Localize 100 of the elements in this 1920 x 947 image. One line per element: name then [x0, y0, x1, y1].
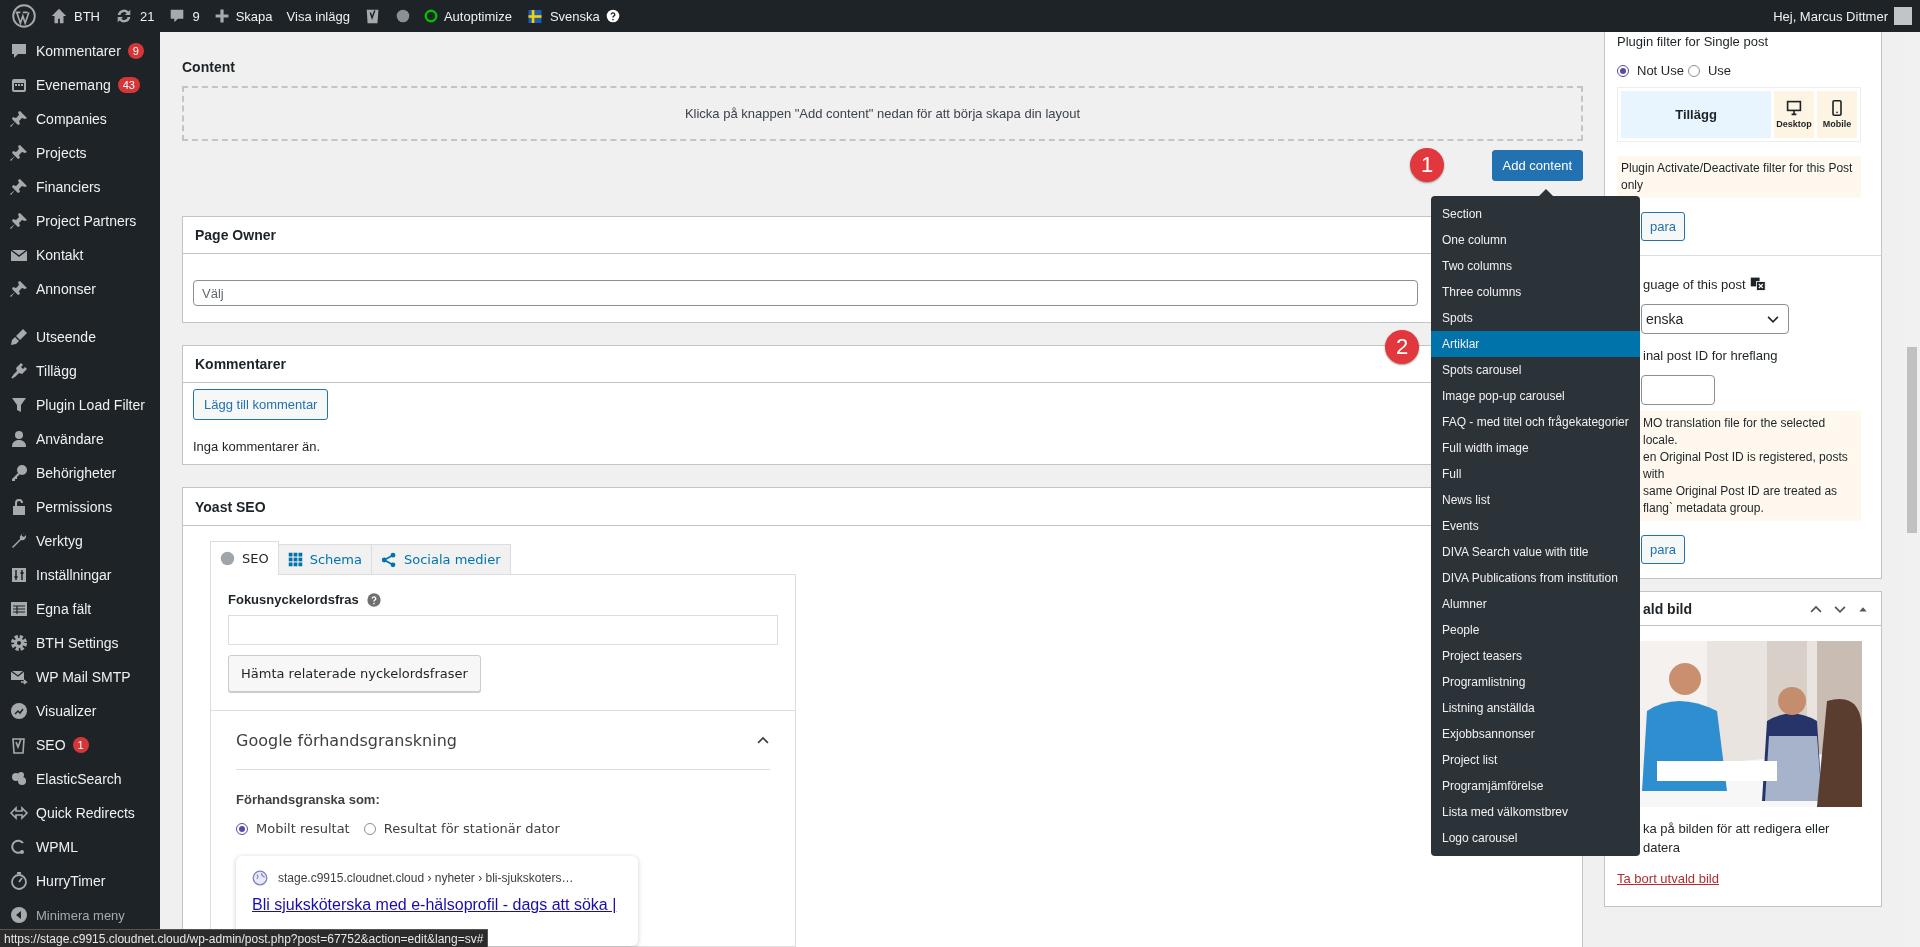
- panel-title: ald bild: [1643, 600, 1693, 617]
- owner-select[interactable]: Välj: [193, 280, 1418, 306]
- pushpin-icon: [9, 143, 29, 163]
- sidebar-item[interactable]: Visualizer: [36, 703, 97, 719]
- comments-count[interactable]: 9: [192, 8, 200, 24]
- sidebar-item[interactable]: Permissions: [36, 499, 113, 515]
- sidebar-item[interactable]: Kommentarer: [36, 43, 121, 59]
- sidebar-item[interactable]: Utseende: [36, 329, 96, 345]
- menu-item[interactable]: Lista med välkomstbrev: [1431, 799, 1640, 825]
- add-comment-button[interactable]: Lägg till kommentar: [193, 389, 329, 420]
- menu-item[interactable]: News list: [1431, 487, 1640, 513]
- sidebar-item[interactable]: WP Mail SMTP: [36, 669, 131, 685]
- sidebar-item[interactable]: HurryTimer: [36, 873, 106, 889]
- plus-icon[interactable]: [213, 8, 230, 24]
- sidebar-item[interactable]: Projects: [36, 145, 87, 161]
- result-title-link[interactable]: Bli sjuksköterska med e-hälsoprofil - dags att söka |: [252, 894, 617, 916]
- menu-item[interactable]: Full: [1431, 461, 1640, 487]
- section-title: Content: [182, 58, 236, 76]
- user-icon: [9, 429, 29, 449]
- menu-item[interactable]: Spots carousel: [1431, 357, 1640, 383]
- result-url: stage.c9915.cloudnet.cloud › nyheter › bli-sjukskoters…: [278, 871, 574, 885]
- step-marker: 1: [1410, 148, 1444, 182]
- save-button[interactable]: para: [1641, 212, 1686, 241]
- menu-item[interactable]: Events: [1431, 513, 1640, 539]
- autoptimize-link[interactable]: Autoptimize: [443, 8, 512, 24]
- menu-item[interactable]: DIVA Search value with title: [1431, 539, 1640, 565]
- empty-comments-text: Inga kommentarer än.: [193, 439, 321, 454]
- pushpin-icon: [9, 279, 29, 299]
- sidebar-item[interactable]: Evenemang: [36, 77, 111, 93]
- panel-title: Page Owner: [195, 227, 276, 243]
- scrollbar-thumb[interactable]: [1907, 347, 1917, 533]
- menu-item[interactable]: Artiklar: [1431, 331, 1640, 357]
- sidebar-item[interactable]: Financiers: [36, 179, 101, 195]
- status-ring-icon: [423, 9, 438, 23]
- add-content-button[interactable]: Add content: [1491, 150, 1583, 181]
- menu-item[interactable]: Full width image: [1431, 435, 1640, 461]
- menu-item[interactable]: Listning anställda: [1431, 695, 1640, 721]
- collapse-menu-link[interactable]: Minimera meny: [36, 907, 125, 923]
- tab[interactable]: Schema: [277, 544, 372, 574]
- sidebar-item[interactable]: Project Partners: [36, 213, 137, 229]
- sidebar-item[interactable]: Verktyg: [36, 533, 83, 549]
- tab[interactable]: Sociala medier: [371, 544, 511, 574]
- sidebar-item[interactable]: SEO: [36, 737, 66, 753]
- menu-item[interactable]: One column: [1431, 227, 1640, 253]
- greeting-link[interactable]: Hej, Marcus Dittmer: [1773, 8, 1888, 24]
- view-post-link[interactable]: Visa inlägg: [286, 8, 350, 24]
- menu-item[interactable]: Section: [1431, 201, 1640, 227]
- menu-item[interactable]: Exjobbsannonser: [1431, 721, 1640, 747]
- menu-item[interactable]: DIVA Publications from institution: [1431, 565, 1640, 591]
- menu-item[interactable]: Programjämförelse: [1431, 773, 1640, 799]
- note-line: flang` metadata group.: [1643, 500, 1765, 517]
- sidebar-item[interactable]: ElasticSearch: [36, 771, 122, 787]
- menu-item[interactable]: Alumner: [1431, 591, 1640, 617]
- field-label: Förhandsgranska som:: [236, 792, 381, 807]
- home-icon[interactable]: [50, 7, 68, 25]
- sidebar-item[interactable]: Plugin Load Filter: [36, 397, 145, 413]
- menu-item[interactable]: Two columns: [1431, 253, 1640, 279]
- updates-count[interactable]: 21: [140, 8, 155, 24]
- menu-item[interactable]: Project list: [1431, 747, 1640, 773]
- pushpin-icon: [9, 177, 29, 197]
- menu-item[interactable]: People: [1431, 617, 1640, 643]
- menu-item[interactable]: Logo carousel: [1431, 825, 1640, 851]
- sidebar-item[interactable]: Companies: [36, 111, 107, 127]
- sliders-icon: [9, 565, 29, 585]
- related-keyphrases-button[interactable]: Hämta relaterade nyckelordsfraser: [228, 655, 481, 692]
- save-button[interactable]: para: [1641, 535, 1686, 564]
- tab[interactable]: SEO: [210, 541, 279, 575]
- menu-item[interactable]: Spots: [1431, 305, 1640, 331]
- language-select[interactable]: enska: [1641, 304, 1789, 334]
- step-marker: 2: [1385, 330, 1419, 364]
- sidebar-item[interactable]: Användare: [36, 431, 104, 447]
- key-icon: [9, 463, 29, 483]
- phone-icon: [1829, 100, 1845, 116]
- sidebar-item[interactable]: Inställningar: [36, 567, 112, 583]
- wordpress-logo-icon[interactable]: [12, 4, 36, 28]
- sidebar-item[interactable]: WPML: [36, 839, 78, 855]
- help-icon[interactable]: [605, 9, 620, 23]
- menu-item[interactable]: FAQ - med titel och frågekategorier: [1431, 409, 1640, 435]
- sidebar-item[interactable]: Behörigheter: [36, 465, 117, 481]
- menu-item[interactable]: Image pop-up carousel: [1431, 383, 1640, 409]
- sidebar-item[interactable]: Annonser: [36, 281, 96, 297]
- radio-label: Mobilt resultat: [256, 821, 350, 836]
- status-url: https://stage.c9915.cloudnet.cloud/wp-admin/post.php?post=67752&action=edit&lang=sv#: [0, 929, 489, 947]
- section-heading: Google förhandsgranskning: [236, 730, 457, 750]
- panel-title: Kommentarer: [195, 356, 287, 372]
- remove-image-link[interactable]: Ta bort utvald bild: [1617, 871, 1719, 886]
- sidebar-item[interactable]: BTH Settings: [36, 635, 119, 651]
- sidebar-item[interactable]: Tillägg: [36, 363, 77, 379]
- keyphrase-input[interactable]: [228, 615, 778, 645]
- menu-item[interactable]: Three columns: [1431, 279, 1640, 305]
- sidebar-item[interactable]: Quick Redirects: [36, 805, 135, 821]
- language-switcher[interactable]: Svenska: [549, 8, 600, 24]
- new-content-link[interactable]: Skapa: [235, 8, 273, 24]
- radio-label: Use: [1707, 63, 1732, 78]
- menu-item[interactable]: Programlistning: [1431, 669, 1640, 695]
- sidebar-item[interactable]: Kontakt: [36, 247, 84, 263]
- post-id-input[interactable]: [1641, 375, 1715, 405]
- sidebar-item[interactable]: Egna fält: [36, 601, 92, 617]
- site-name-link[interactable]: BTH: [74, 8, 100, 24]
- menu-item[interactable]: Project teasers: [1431, 643, 1640, 669]
